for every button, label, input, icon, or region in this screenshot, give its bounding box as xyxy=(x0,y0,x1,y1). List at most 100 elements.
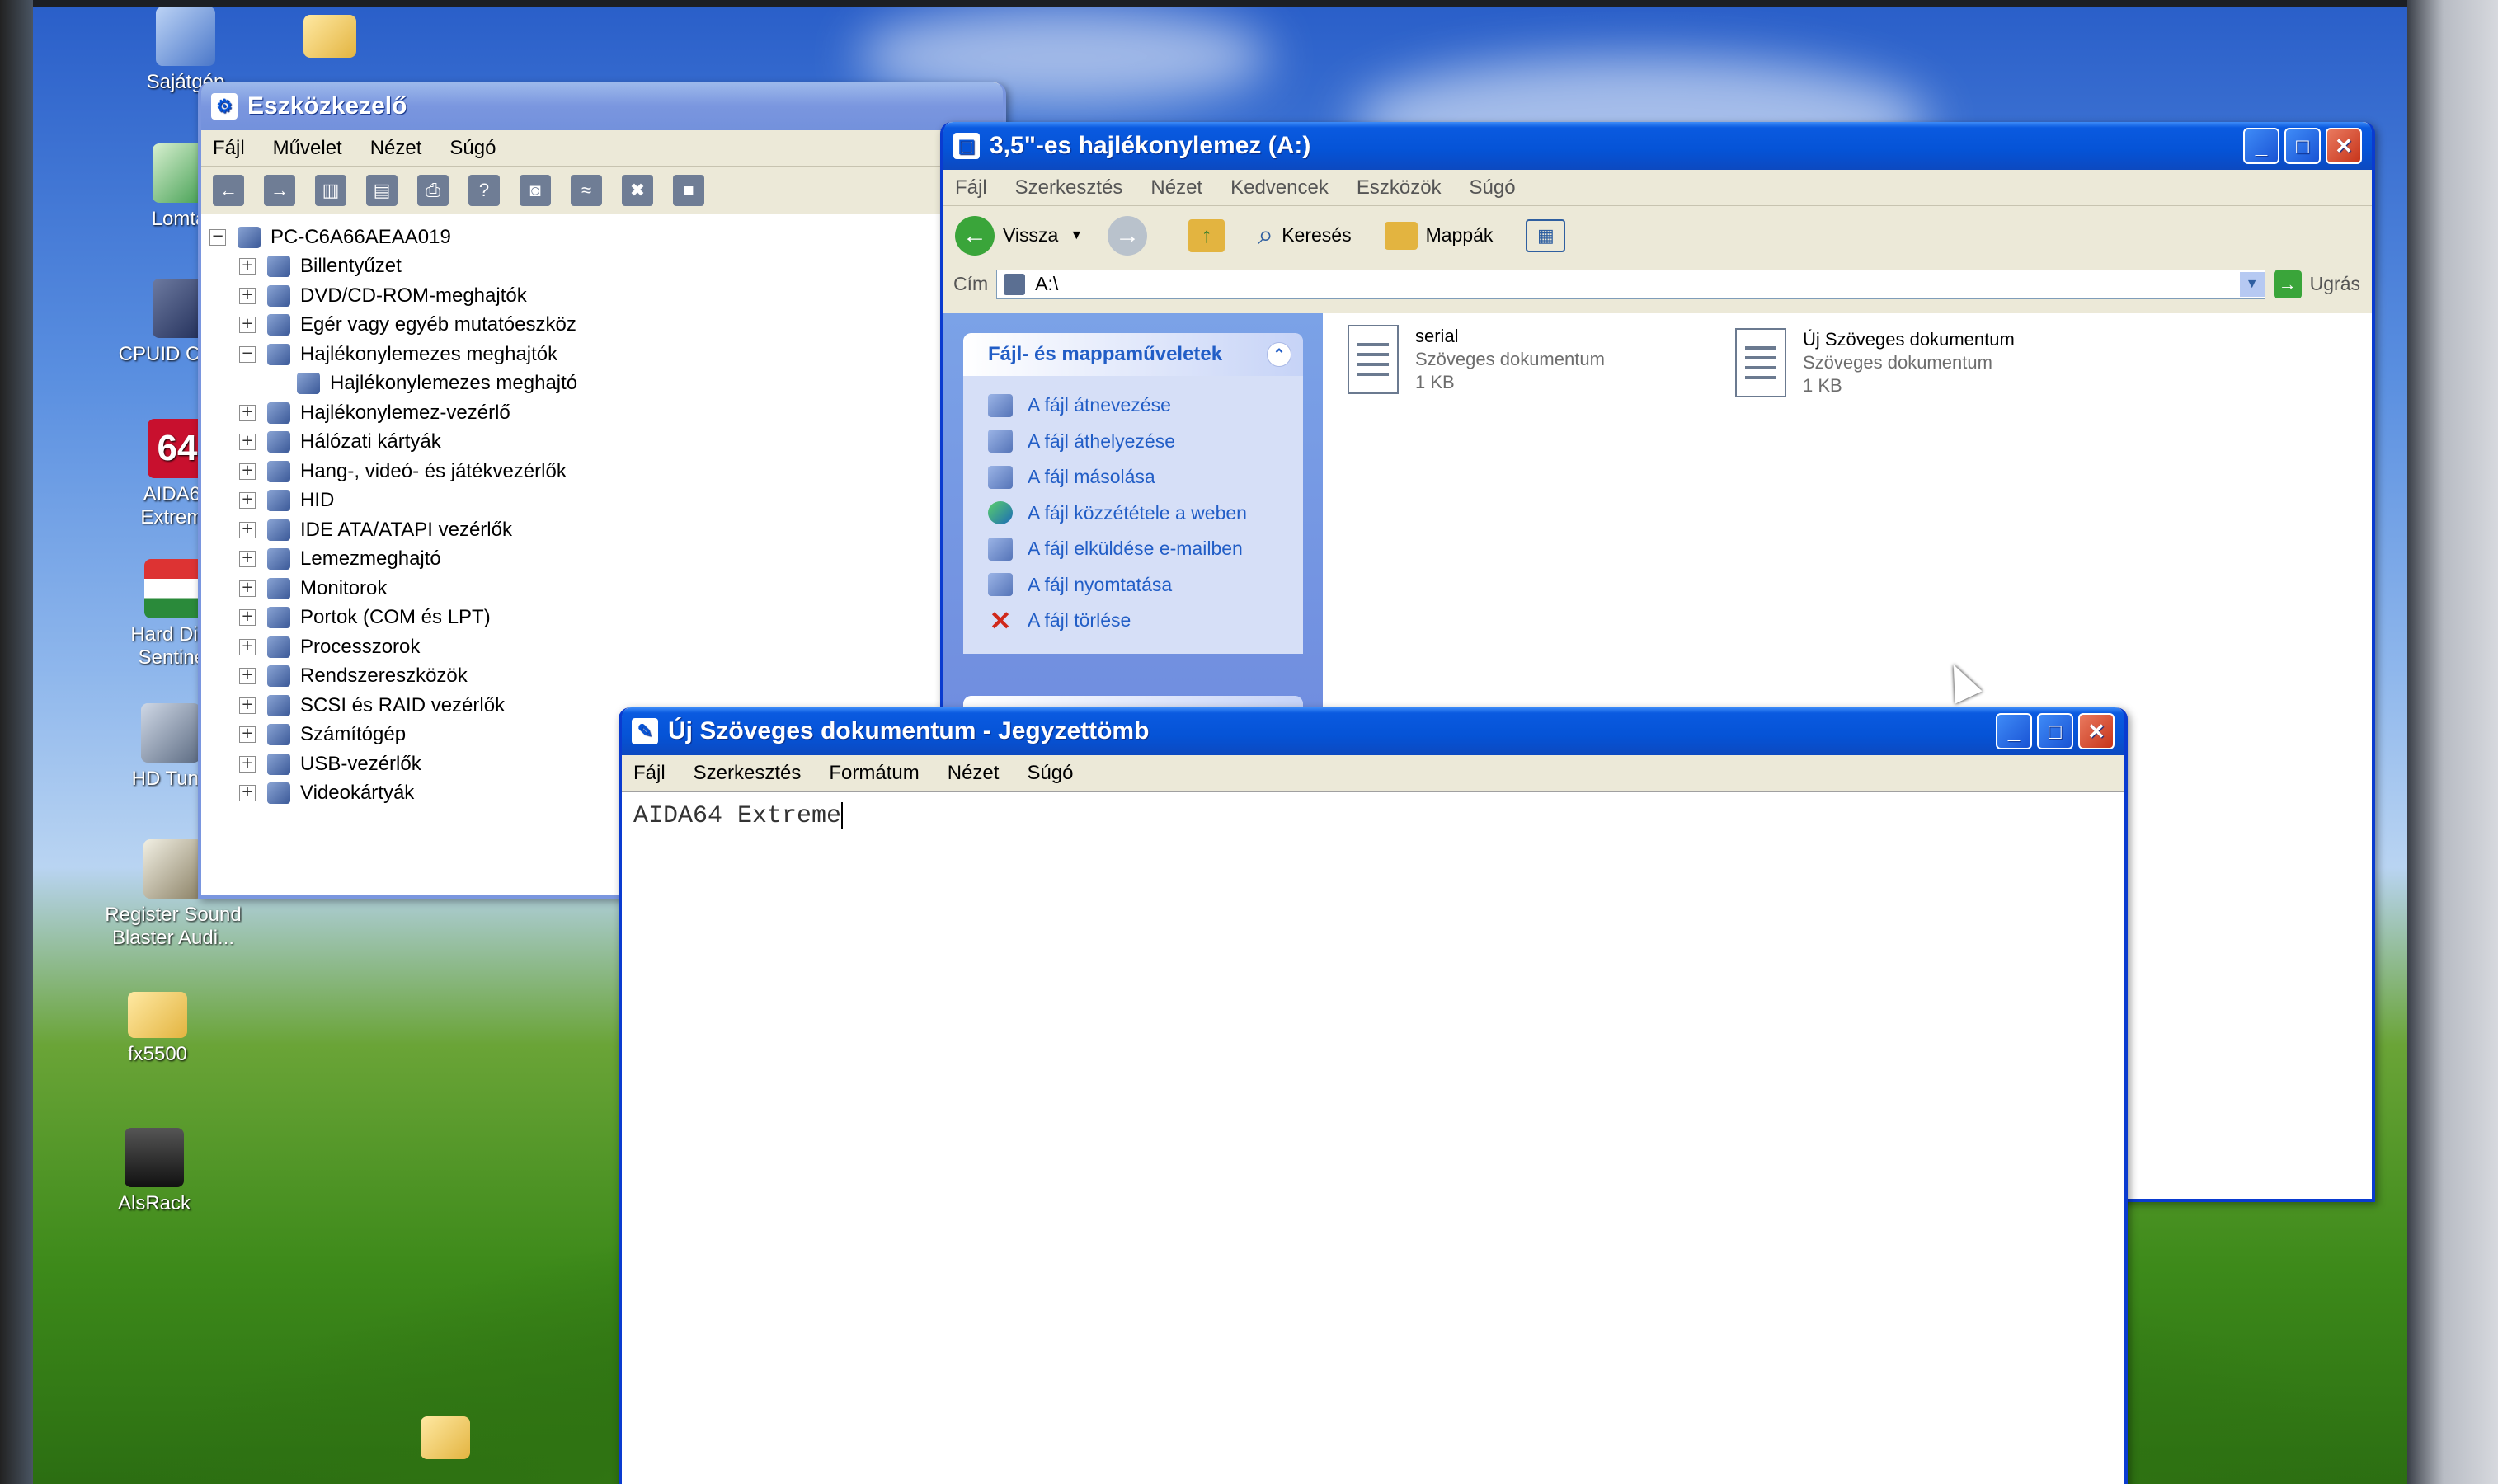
menu-tools[interactable]: Eszközök xyxy=(1357,176,1442,200)
views-icon[interactable]: ▦ xyxy=(1526,218,1566,252)
menu-view[interactable]: Nézet xyxy=(1150,176,1202,200)
close-button[interactable]: ✕ xyxy=(2078,713,2115,749)
expand-icon[interactable]: + xyxy=(239,668,256,685)
task-print[interactable]: A fájl nyomtatása xyxy=(963,567,1303,603)
properties-icon[interactable]: ▤ xyxy=(366,174,398,206)
update-driver-icon[interactable]: ≈ xyxy=(571,174,602,206)
expand-icon[interactable]: + xyxy=(239,785,256,802)
menu-view[interactable]: Nézet xyxy=(370,137,422,160)
notepad-titlebar[interactable]: ✎ Új Szöveges dokumentum - Jegyzettömb _… xyxy=(622,707,2124,755)
forward-arrow-icon[interactable]: → xyxy=(264,174,295,206)
email-icon xyxy=(988,537,1013,561)
go-button[interactable]: → Ugrás xyxy=(2273,270,2360,298)
dropdown-icon[interactable]: ▼ xyxy=(1070,228,1083,243)
menu-format[interactable]: Formátum xyxy=(829,762,919,785)
collapse-chevron-icon[interactable]: ⌃ xyxy=(1267,342,1291,367)
expand-icon[interactable]: + xyxy=(239,317,256,334)
print-icon[interactable]: ⎙ xyxy=(417,174,449,206)
tree-node[interactable]: − Hajlékonylemezes meghajtók xyxy=(209,340,1003,369)
expand-icon[interactable]: + xyxy=(239,492,256,510)
task-rename[interactable]: A fájl átnevezése xyxy=(963,387,1303,424)
desktop-icon-fx5500[interactable]: fx5500 xyxy=(87,992,228,1066)
menu-file[interactable]: Fájl xyxy=(213,137,245,160)
menu-action[interactable]: Művelet xyxy=(273,137,342,160)
tree-node[interactable]: + Portok (COM és LPT) xyxy=(209,603,1003,633)
close-button[interactable]: ✕ xyxy=(2326,128,2362,164)
menu-help[interactable]: Súgó xyxy=(1470,176,1516,200)
device-manager-titlebar[interactable]: ⚙ Eszközkezelő xyxy=(201,82,1003,130)
file-item-serial[interactable]: serial Szöveges dokumentum 1 KB xyxy=(1348,325,1605,394)
tree-node[interactable]: + Billentyűzet xyxy=(209,252,1003,282)
maximize-button[interactable]: □ xyxy=(2284,128,2321,164)
tree-node[interactable]: + Lemezmeghajtó xyxy=(209,545,1003,575)
expand-icon[interactable]: + xyxy=(239,551,256,568)
expand-icon[interactable]: + xyxy=(239,755,256,773)
tree-node[interactable]: + IDE ATA/ATAPI vezérlők xyxy=(209,515,1003,545)
alsrack-icon xyxy=(125,1128,184,1187)
menu-file[interactable]: Fájl xyxy=(633,762,666,785)
expand-icon[interactable]: + xyxy=(239,697,256,714)
tree-node-computer[interactable]: − PC-C6A66AEAA019 xyxy=(209,223,1003,252)
expand-icon[interactable]: + xyxy=(239,726,256,744)
task-email[interactable]: A fájl elküldése e-mailben xyxy=(963,531,1303,567)
back-button[interactable]: ← Vissza ▼ xyxy=(955,215,1083,256)
back-arrow-icon: ← xyxy=(955,215,995,256)
expand-icon[interactable]: + xyxy=(239,609,256,627)
help-icon[interactable]: ? xyxy=(468,174,500,206)
file-tasks-header[interactable]: Fájl- és mappaműveletek ⌃ xyxy=(963,333,1303,376)
menu-view[interactable]: Nézet xyxy=(948,762,1000,785)
menu-edit[interactable]: Szerkesztés xyxy=(694,762,802,785)
desktop-icon-my-computer[interactable]: Sajátgép xyxy=(115,7,256,94)
tree-node[interactable]: Hajlékonylemezes meghajtó xyxy=(209,369,1003,399)
expand-icon[interactable]: + xyxy=(239,638,256,655)
tree-node[interactable]: + HID xyxy=(209,486,1003,516)
task-delete[interactable]: ✕ A fájl törlése xyxy=(963,603,1303,639)
task-publish-web[interactable]: A fájl közzététele a weben xyxy=(963,495,1303,532)
folders-button[interactable]: Mappák xyxy=(1384,221,1493,250)
tree-node[interactable]: + Hang-, videó- és játékvezérlők xyxy=(209,457,1003,486)
back-arrow-icon[interactable]: ← xyxy=(213,174,244,206)
desktop-icon-alsrack[interactable]: AlsRack xyxy=(84,1128,224,1215)
expand-icon[interactable]: + xyxy=(239,580,256,597)
tree-node[interactable]: + Rendszereszközök xyxy=(209,662,1003,692)
minimize-button[interactable]: _ xyxy=(2243,128,2279,164)
folder-up-icon[interactable]: ↑ xyxy=(1188,218,1225,252)
show-hide-tree-icon[interactable]: ▥ xyxy=(315,174,346,206)
menu-file[interactable]: Fájl xyxy=(955,176,987,200)
expand-icon[interactable]: + xyxy=(239,521,256,538)
forward-arrow-icon[interactable]: → xyxy=(1108,215,1148,256)
notepad-text-area[interactable]: AIDA64 Extreme xyxy=(622,791,2124,1484)
task-move[interactable]: A fájl áthelyezése xyxy=(963,424,1303,460)
expand-icon[interactable]: + xyxy=(239,463,256,480)
collapse-icon[interactable]: − xyxy=(239,345,256,363)
scan-hardware-icon[interactable]: ◙ xyxy=(520,174,551,206)
file-item-new-text-document[interactable]: Új Szöveges dokumentum Szöveges dokument… xyxy=(1735,328,2015,397)
address-input[interactable]: A:\ ▼ xyxy=(996,269,2265,299)
menu-help[interactable]: Súgó xyxy=(1027,762,1073,785)
expand-icon[interactable]: + xyxy=(239,404,256,421)
tree-node[interactable]: + Hajlékonylemez-vezérlő xyxy=(209,398,1003,428)
maximize-button[interactable]: □ xyxy=(2037,713,2073,749)
minimize-button[interactable]: _ xyxy=(1996,713,2032,749)
tree-node[interactable]: + Hálózati kártyák xyxy=(209,428,1003,458)
disable-icon[interactable]: ■ xyxy=(673,174,704,206)
search-button[interactable]: ⌕ Keresés xyxy=(1258,219,1351,251)
explorer-titlebar[interactable]: ▣ 3,5"-es hajlékonylemez (A:) _ □ ✕ xyxy=(943,122,2372,170)
tree-node[interactable]: + Egér vagy egyéb mutatóeszköz xyxy=(209,311,1003,340)
uninstall-icon[interactable]: ✖ xyxy=(622,174,653,206)
desktop-icon-folder[interactable] xyxy=(280,15,379,63)
expand-icon[interactable]: + xyxy=(239,434,256,451)
menu-edit[interactable]: Szerkesztés xyxy=(1015,176,1123,200)
menu-favorites[interactable]: Kedvencek xyxy=(1230,176,1329,200)
menu-help[interactable]: Súgó xyxy=(449,137,496,160)
expand-icon[interactable]: + xyxy=(239,258,256,275)
notepad-window[interactable]: ✎ Új Szöveges dokumentum - Jegyzettömb _… xyxy=(619,707,2128,1484)
collapse-icon[interactable]: − xyxy=(209,228,226,246)
tree-node[interactable]: + Monitorok xyxy=(209,574,1003,603)
desktop-icon-folder-bottom[interactable] xyxy=(396,1416,495,1464)
tree-node[interactable]: + Processzorok xyxy=(209,632,1003,662)
tree-node[interactable]: + DVD/CD-ROM-meghajtók xyxy=(209,281,1003,311)
expand-icon[interactable]: + xyxy=(239,287,256,304)
task-copy[interactable]: A fájl másolása xyxy=(963,459,1303,495)
chevron-down-icon[interactable]: ▼ xyxy=(2239,271,2265,297)
